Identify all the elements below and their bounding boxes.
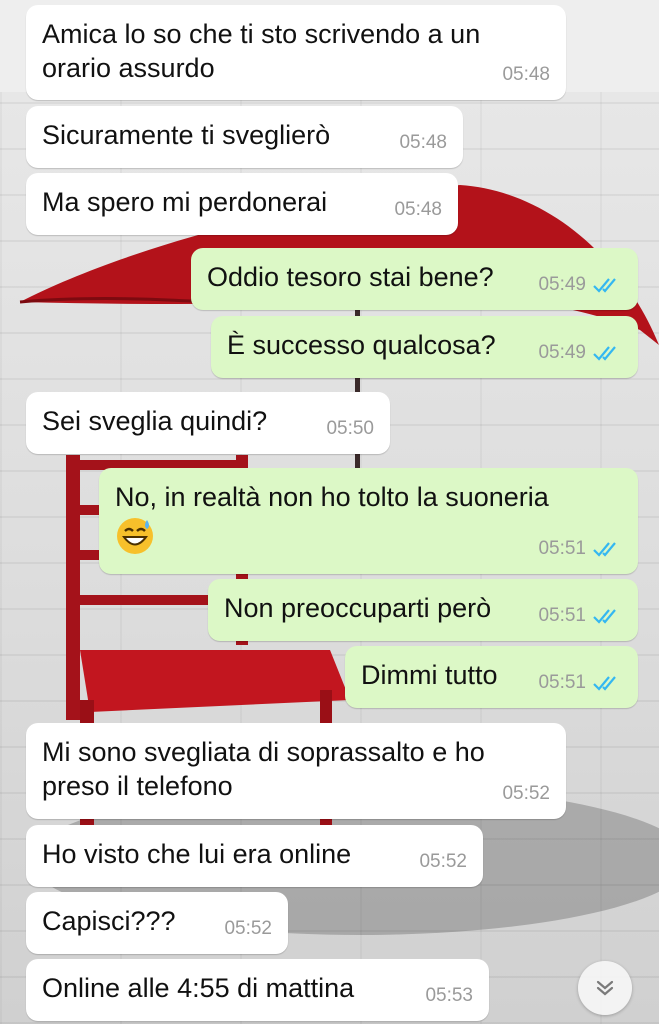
message-bubble[interactable]: Sicuramente ti sveglierò 05:48 — [26, 106, 463, 168]
grinning-face-with-sweat-emoji — [117, 518, 153, 554]
double-check-icon — [593, 609, 616, 624]
message-timestamp: 05:50 — [326, 418, 374, 439]
message-bubble[interactable]: Amica lo so che ti sto scrivendo a un or… — [26, 5, 566, 100]
message-bubble[interactable]: No, in realtà non ho tolto la suoneria 0… — [99, 468, 638, 574]
message-timestamp: 05:48 — [502, 64, 550, 85]
message-bubble[interactable]: Sei sveglia quindi? 05:50 — [26, 392, 390, 454]
message-timestamp: 05:52 — [419, 851, 467, 872]
message-timestamp: 05:53 — [425, 985, 473, 1006]
message-bubble[interactable]: È successo qualcosa? 05:49 — [211, 316, 638, 378]
message-text: Ma spero mi perdonerai — [42, 187, 328, 217]
message-timestamp: 05:48 — [394, 199, 442, 220]
message-bubble[interactable]: Oddio tesoro stai bene? 05:49 — [191, 248, 638, 310]
message-timestamp: 05:48 — [399, 132, 447, 153]
double-check-icon — [593, 542, 616, 557]
message-text: Online alle 4:55 di mattina — [42, 973, 355, 1003]
message-timestamp: 05:51 — [538, 605, 586, 626]
double-check-icon — [593, 278, 616, 293]
double-check-icon — [593, 676, 616, 691]
message-text: Mi sono svegliata di soprassalto e ho pr… — [42, 737, 485, 801]
message-timestamp: 05:51 — [538, 538, 586, 559]
message-text: Ho visto che lui era online — [42, 839, 352, 869]
message-text: Sicuramente ti sveglierò — [42, 120, 331, 150]
double-check-icon — [593, 346, 616, 361]
message-bubble[interactable]: Non preoccuparti però 05:51 — [208, 579, 638, 641]
message-bubble[interactable]: Online alle 4:55 di mattina 05:53 — [26, 959, 489, 1021]
message-bubble[interactable]: Mi sono svegliata di soprassalto e ho pr… — [26, 723, 566, 819]
message-timestamp: 05:52 — [502, 783, 550, 804]
message-bubble[interactable]: Ma spero mi perdonerai 05:48 — [26, 173, 458, 235]
message-bubble[interactable]: Dimmi tutto 05:51 — [345, 646, 638, 708]
message-text: Sei sveglia quindi? — [42, 406, 268, 436]
message-text: Amica lo so che ti sto scrivendo a un or… — [42, 19, 481, 83]
chevron-down-icon — [596, 980, 614, 996]
message-bubble[interactable]: Capisci??? 05:52 — [26, 892, 288, 954]
message-bubble[interactable]: Ho visto che lui era online 05:52 — [26, 825, 483, 887]
message-timestamp: 05:51 — [538, 672, 586, 693]
message-timestamp: 05:49 — [538, 274, 586, 295]
message-timestamp: 05:52 — [224, 918, 272, 939]
message-timestamp: 05:49 — [538, 342, 586, 363]
message-text: No, in realtà non ho tolto la suoneria — [115, 482, 549, 512]
scroll-to-bottom-button[interactable] — [578, 961, 632, 1015]
